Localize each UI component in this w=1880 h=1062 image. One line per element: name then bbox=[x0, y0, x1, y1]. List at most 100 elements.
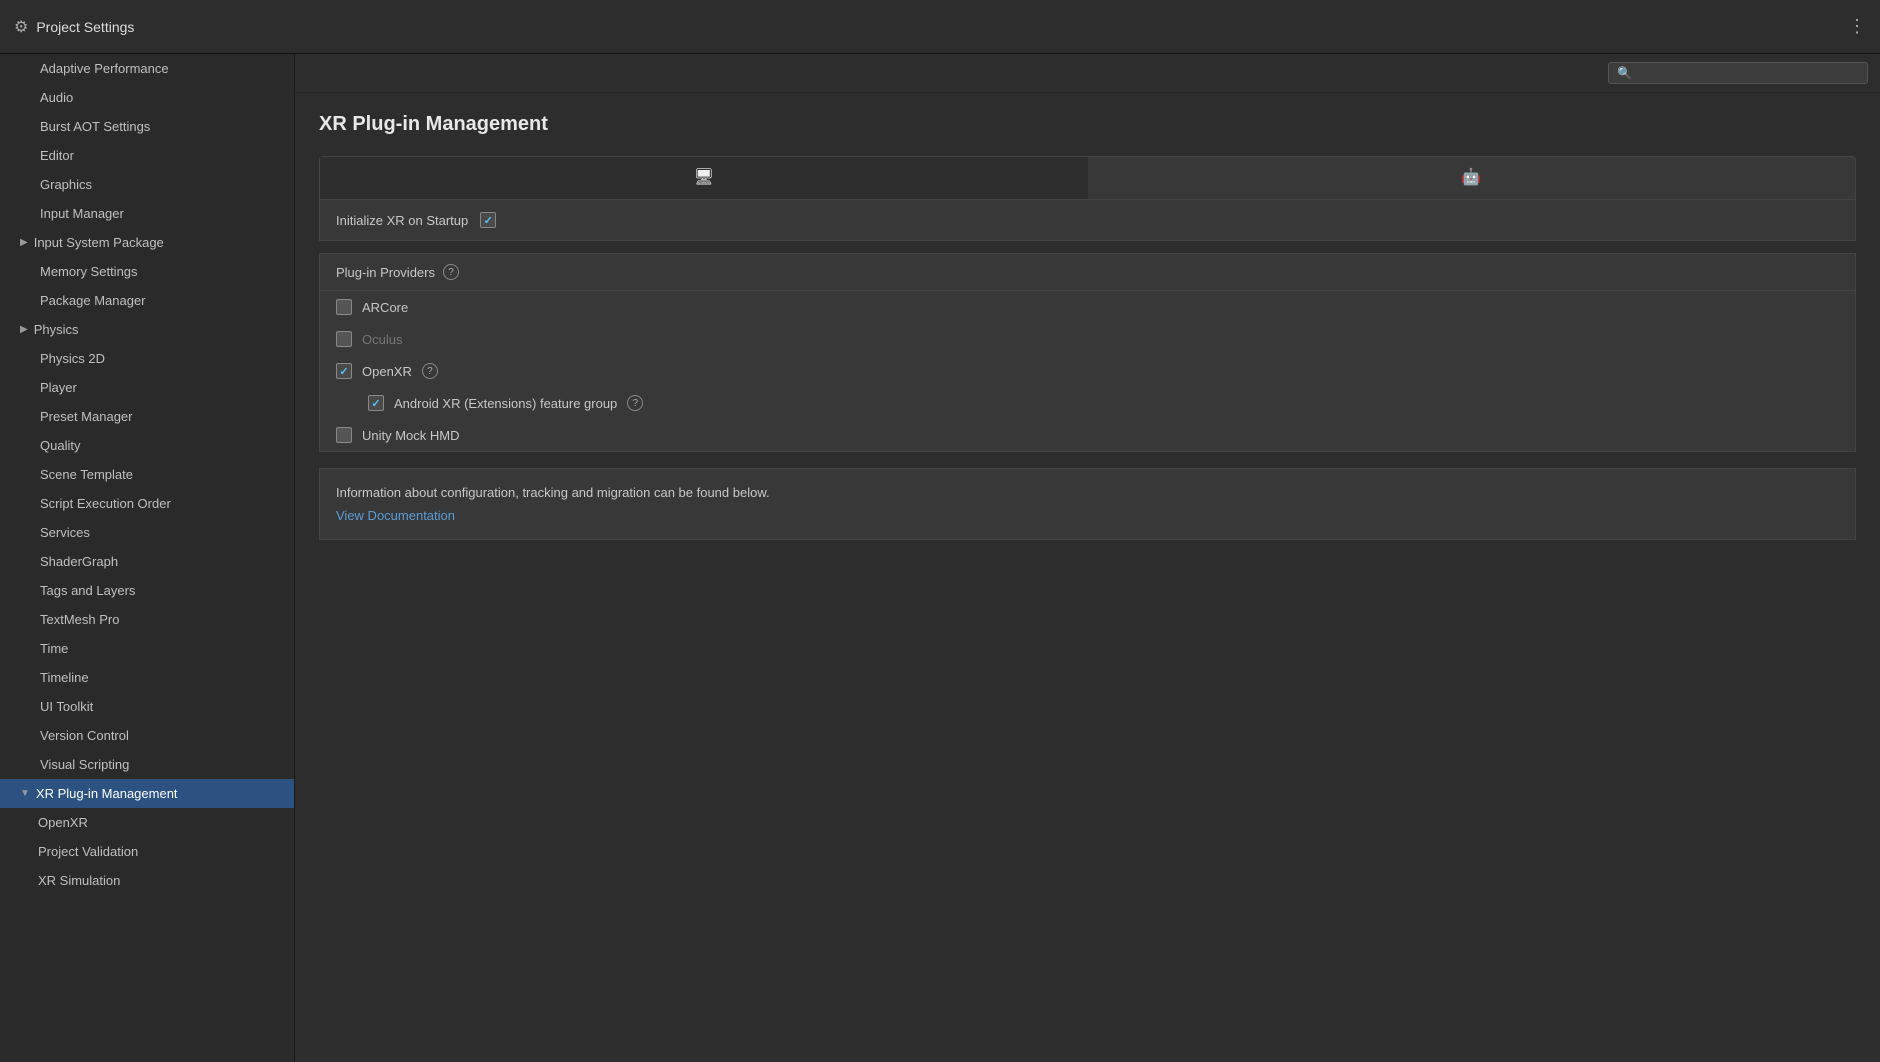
sidebar-item-label: Burst AOT Settings bbox=[40, 119, 150, 134]
sidebar-item-label: Services bbox=[40, 525, 90, 540]
sidebar-item-audio[interactable]: Audio bbox=[0, 83, 294, 112]
info-box: Information about configuration, trackin… bbox=[319, 468, 1856, 540]
sidebar-item-label: TextMesh Pro bbox=[40, 612, 119, 627]
plugin-providers-help-icon[interactable]: ? bbox=[443, 264, 459, 280]
main-layout: Adaptive Performance Audio Burst AOT Setti… bbox=[0, 54, 1880, 1062]
init-xr-checkbox[interactable]: ✓ bbox=[480, 212, 496, 228]
desktop-tab-icon: 🖥 bbox=[694, 167, 714, 187]
sidebar-item-input-system-package[interactable]: ▶ Input System Package bbox=[0, 228, 294, 257]
provider-label-unity-mock-hmd: Unity Mock HMD bbox=[362, 428, 460, 443]
provider-row-android-xr-extensions: ✓ Android XR (Extensions) feature group? bbox=[320, 387, 1855, 419]
sidebar-item-physics-2d[interactable]: Physics 2D bbox=[0, 344, 294, 373]
sidebar-item-graphics[interactable]: Graphics bbox=[0, 170, 294, 199]
sidebar-item-timeline[interactable]: Timeline bbox=[0, 663, 294, 692]
arrow-icon: ▶ bbox=[20, 324, 28, 335]
sidebar-item-textmesh-pro[interactable]: TextMesh Pro bbox=[0, 605, 294, 634]
sidebar-item-services[interactable]: Services bbox=[0, 518, 294, 547]
check-mark: ✓ bbox=[371, 397, 380, 410]
sidebar-item-player[interactable]: Player bbox=[0, 373, 294, 402]
view-documentation-link[interactable]: View Documentation bbox=[336, 508, 455, 523]
sidebar-item-tags-and-layers[interactable]: Tags and Layers bbox=[0, 576, 294, 605]
android-tab-icon: 🤖 bbox=[1461, 167, 1481, 187]
sidebar-item-label: Adaptive Performance bbox=[40, 61, 169, 76]
sidebar-item-memory-settings[interactable]: Memory Settings bbox=[0, 257, 294, 286]
init-xr-row: Initialize XR on Startup ✓ bbox=[319, 200, 1856, 241]
sidebar-item-label: Package Manager bbox=[40, 293, 146, 308]
sidebar-item-label: OpenXR bbox=[38, 815, 88, 830]
info-text: Information about configuration, trackin… bbox=[336, 485, 1839, 500]
sidebar-item-label: Input Manager bbox=[40, 206, 124, 221]
sidebar-item-project-validation[interactable]: Project Validation bbox=[0, 837, 294, 866]
arrow-icon: ▶ bbox=[20, 237, 28, 248]
search-input[interactable] bbox=[1638, 66, 1859, 80]
sidebar-item-quality[interactable]: Quality bbox=[0, 431, 294, 460]
content-area: 🔍 XR Plug-in Management 🖥 🤖 Initialize XR… bbox=[295, 54, 1880, 1062]
sidebar-item-editor[interactable]: Editor bbox=[0, 141, 294, 170]
checkbox-arcore[interactable] bbox=[336, 299, 352, 315]
title-bar: ⚙ Project Settings ⋮ bbox=[0, 0, 1880, 54]
provider-label-arcore: ARCore bbox=[362, 300, 408, 315]
sidebar-item-label: Graphics bbox=[40, 177, 92, 192]
sidebar-item-label: Tags and Layers bbox=[40, 583, 135, 598]
sidebar-item-label: Memory Settings bbox=[40, 264, 138, 279]
sidebar-item-label: Preset Manager bbox=[40, 409, 133, 424]
window-title: Project Settings bbox=[36, 19, 134, 35]
help-icon-android-xr-extensions[interactable]: ? bbox=[627, 395, 643, 411]
provider-row-unity-mock-hmd: Unity Mock HMD bbox=[320, 419, 1855, 451]
sidebar-item-shadergraph[interactable]: ShaderGraph bbox=[0, 547, 294, 576]
sidebar-item-label: Version Control bbox=[40, 728, 129, 743]
provider-row-arcore: ARCore bbox=[320, 291, 1855, 323]
init-xr-label: Initialize XR on Startup bbox=[336, 213, 468, 228]
page-title: XR Plug-in Management bbox=[319, 113, 1856, 136]
sidebar-item-adaptive-performance[interactable]: Adaptive Performance bbox=[0, 54, 294, 83]
sidebar-item-xr-simulation[interactable]: XR Simulation bbox=[0, 866, 294, 895]
check-mark: ✓ bbox=[339, 365, 348, 378]
provider-label-android-xr-extensions: Android XR (Extensions) feature group bbox=[394, 396, 617, 411]
sidebar-item-label: XR Simulation bbox=[38, 873, 120, 888]
tab-desktop[interactable]: 🖥 bbox=[320, 157, 1088, 199]
tab-android[interactable]: 🤖 bbox=[1088, 157, 1856, 199]
search-bar: 🔍 bbox=[295, 54, 1880, 93]
sidebar-item-input-manager[interactable]: Input Manager bbox=[0, 199, 294, 228]
content-scroll: XR Plug-in Management 🖥 🤖 Initialize XR o… bbox=[295, 93, 1880, 1062]
sidebar-item-package-manager[interactable]: Package Manager bbox=[0, 286, 294, 315]
sidebar-item-xr-plugin-management[interactable]: ▼XR Plug-in Management bbox=[0, 779, 294, 808]
sidebar-item-label: Project Validation bbox=[38, 844, 138, 859]
sidebar-item-physics[interactable]: ▶ Physics bbox=[0, 315, 294, 344]
sidebar-item-version-control[interactable]: Version Control bbox=[0, 721, 294, 750]
provider-row-oculus: Oculus bbox=[320, 323, 1855, 355]
sidebar-item-visual-scripting[interactable]: Visual Scripting bbox=[0, 750, 294, 779]
search-input-wrap[interactable]: 🔍 bbox=[1608, 62, 1868, 84]
sidebar-item-label: XR Plug-in Management bbox=[36, 786, 178, 801]
sidebar-item-label: Editor bbox=[40, 148, 74, 163]
sidebar-item-label: Scene Template bbox=[40, 467, 133, 482]
sidebar-item-label: Timeline bbox=[40, 670, 89, 685]
sidebar-item-burst-aot-settings[interactable]: Burst AOT Settings bbox=[0, 112, 294, 141]
sidebar-item-time[interactable]: Time bbox=[0, 634, 294, 663]
checkbox-unity-mock-hmd[interactable] bbox=[336, 427, 352, 443]
sidebar-item-label: Script Execution Order bbox=[40, 496, 171, 511]
sidebar-item-label: Time bbox=[40, 641, 68, 656]
sidebar-item-openxr[interactable]: OpenXR bbox=[0, 808, 294, 837]
gear-icon: ⚙ bbox=[14, 17, 28, 37]
sidebar-item-preset-manager[interactable]: Preset Manager bbox=[0, 402, 294, 431]
sidebar-item-label: Physics bbox=[34, 322, 79, 337]
sidebar: Adaptive Performance Audio Burst AOT Setti… bbox=[0, 54, 295, 1062]
provider-row-openxr: ✓OpenXR? bbox=[320, 355, 1855, 387]
sidebar-item-label: Input System Package bbox=[34, 235, 164, 250]
title-bar-left: ⚙ Project Settings bbox=[14, 17, 134, 37]
menu-icon[interactable]: ⋮ bbox=[1848, 16, 1866, 37]
sidebar-item-label: ShaderGraph bbox=[40, 554, 118, 569]
sidebar-item-ui-toolkit[interactable]: UI Toolkit bbox=[0, 692, 294, 721]
checkbox-openxr[interactable]: ✓ bbox=[336, 363, 352, 379]
provider-label-oculus: Oculus bbox=[362, 332, 402, 347]
search-icon: 🔍 bbox=[1617, 66, 1632, 80]
help-icon-openxr[interactable]: ? bbox=[422, 363, 438, 379]
checkbox-android-xr-extensions[interactable]: ✓ bbox=[368, 395, 384, 411]
providers-list: ARCoreOculus✓OpenXR?✓Android XR (Extensi… bbox=[320, 291, 1855, 451]
plugin-providers-section: Plug-in Providers ? ARCoreOculus✓OpenXR?… bbox=[319, 253, 1856, 452]
sidebar-item-label: UI Toolkit bbox=[40, 699, 93, 714]
sidebar-item-scene-template[interactable]: Scene Template bbox=[0, 460, 294, 489]
checkbox-oculus[interactable] bbox=[336, 331, 352, 347]
sidebar-item-script-execution-order[interactable]: Script Execution Order bbox=[0, 489, 294, 518]
